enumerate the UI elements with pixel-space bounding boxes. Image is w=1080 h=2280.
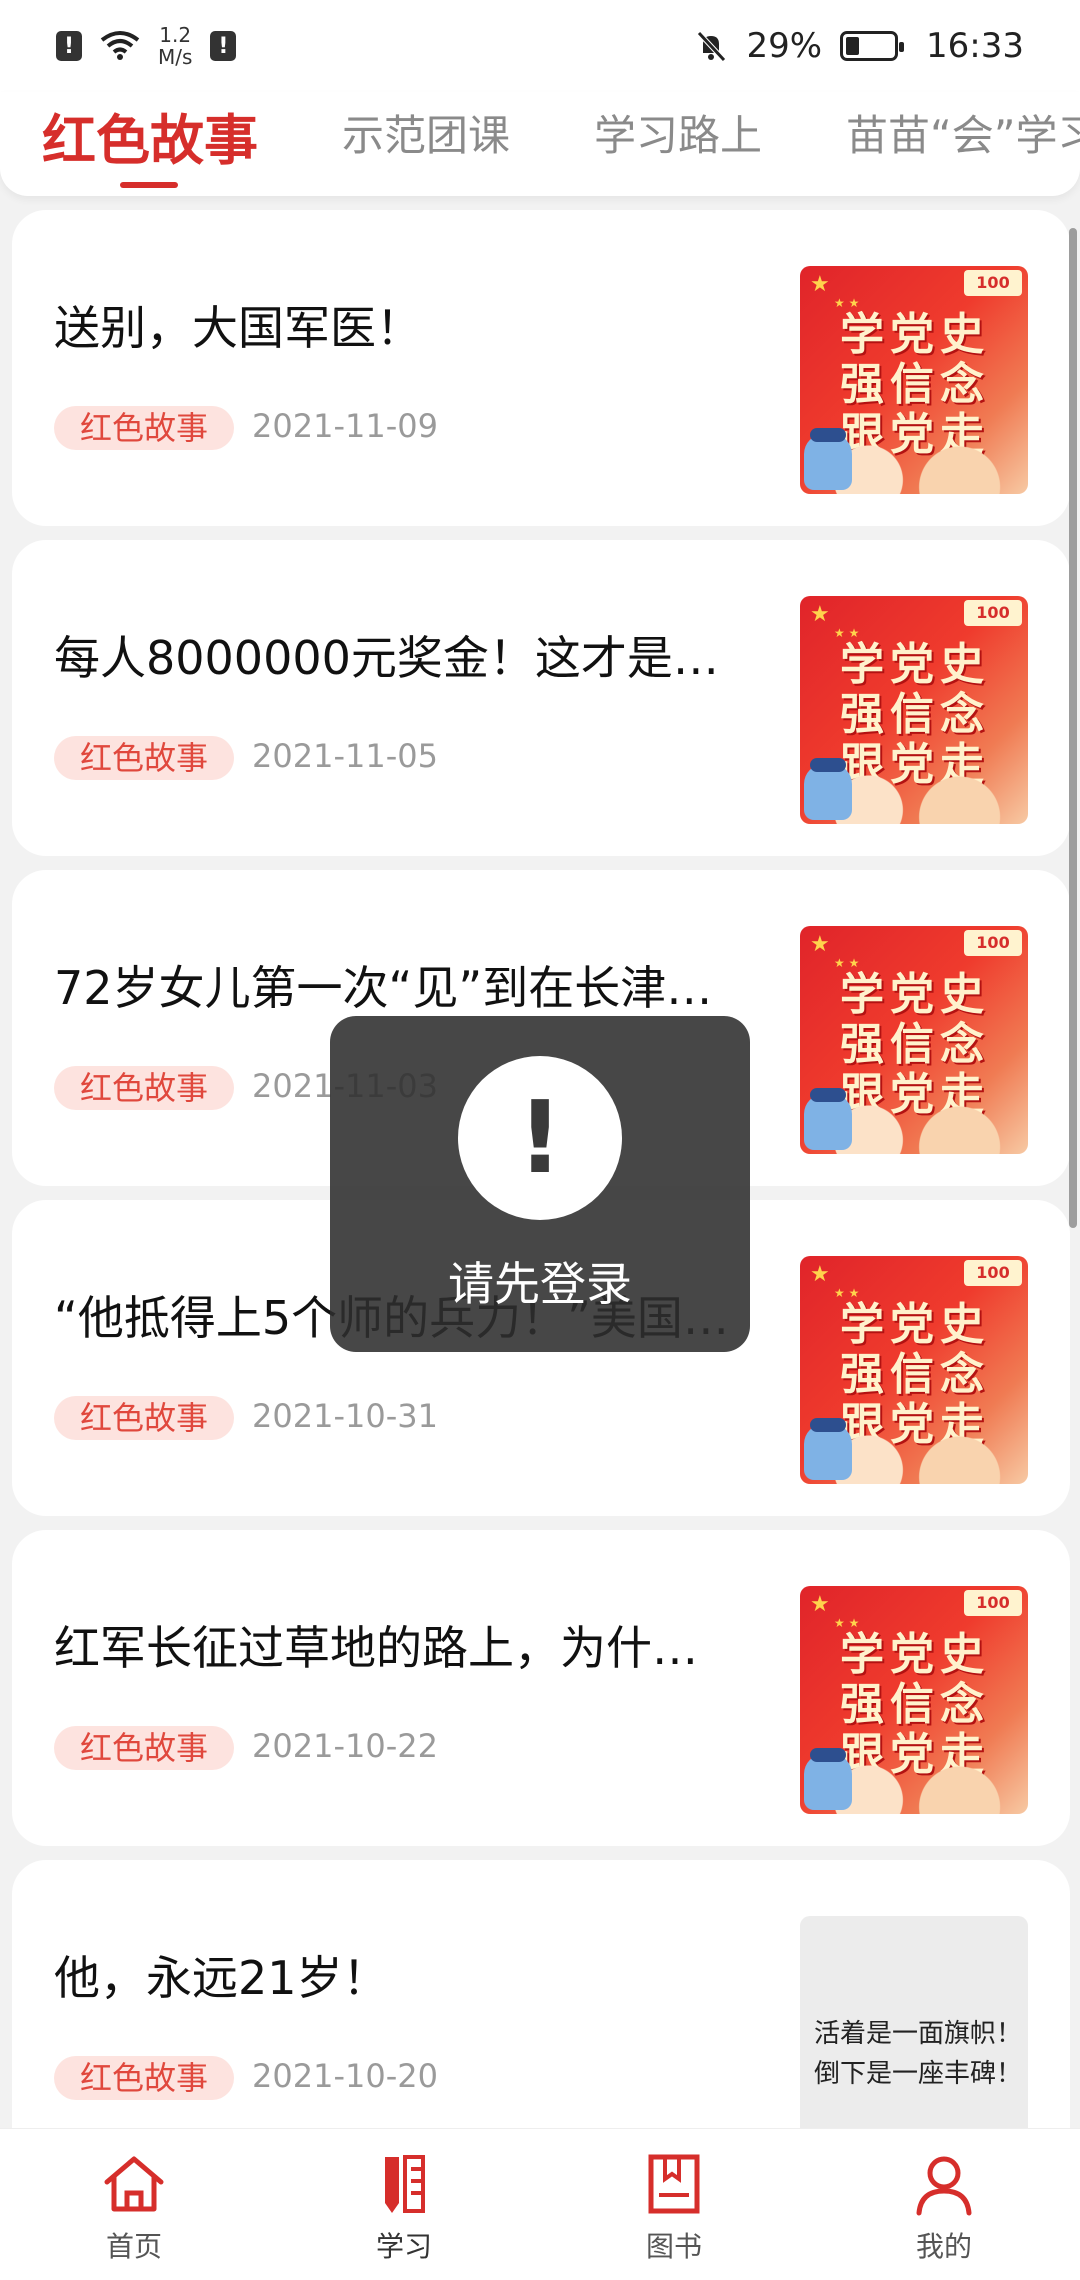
article-date: 2021-10-22 bbox=[252, 1727, 438, 1765]
anniversary-badge: 100 bbox=[964, 1260, 1022, 1286]
scrollbar[interactable] bbox=[1069, 228, 1077, 1228]
article-tag: 红色故事 bbox=[54, 1396, 235, 1440]
network-speed-value: 1.2 bbox=[159, 23, 192, 47]
anniversary-badge: 100 bbox=[964, 600, 1022, 626]
star-icon: ★ bbox=[810, 1592, 830, 1617]
mascot-icon bbox=[804, 1088, 852, 1150]
tab-demo-lessons[interactable]: 示范团课 bbox=[342, 102, 510, 163]
article-card[interactable]: 送别，大国军医！ 红色故事 2021-11-09 ★ ★ ★ 100 学党史 强信… bbox=[12, 210, 1070, 526]
exclamation-icon: ! bbox=[458, 1056, 622, 1220]
star-icon: ★ ★ bbox=[834, 296, 860, 310]
nav-label-books: 图书 bbox=[645, 2230, 702, 2263]
tab-miaomiao-learning[interactable]: 苗苗“会”学习 bbox=[846, 102, 1080, 163]
article-date: 2021-11-05 bbox=[252, 737, 438, 775]
star-icon: ★ bbox=[810, 932, 830, 957]
article-date: 2021-10-31 bbox=[252, 1397, 438, 1435]
anniversary-badge: 100 bbox=[964, 270, 1022, 296]
article-thumbnail: ★ ★ ★ 100 学党史强信念跟党走 bbox=[800, 926, 1028, 1154]
article-date: 2021-11-09 bbox=[252, 407, 438, 445]
login-required-toast: ! 请先登录 bbox=[330, 1016, 750, 1352]
thumbnail-caption: 活着是一面旗帜！ 倒下是一座丰碑！ bbox=[814, 2019, 1023, 2089]
article-tag: 红色故事 bbox=[54, 1726, 235, 1770]
clock: 16:33 bbox=[926, 26, 1024, 66]
article-thumbnail: ★ ★ ★ 100 学党史强信念跟党走 bbox=[800, 1586, 1028, 1814]
status-right: 29% 16:33 bbox=[694, 26, 1024, 66]
nav-label-study: 学习 bbox=[375, 2230, 432, 2263]
star-icon: ★ bbox=[810, 272, 830, 297]
star-icon: ★ bbox=[810, 602, 830, 627]
status-bar: ! 1.2 M/s ! 29% 16:33 bbox=[0, 0, 1080, 92]
alert-icon: ! bbox=[56, 31, 82, 61]
nav-label-profile: 我的 bbox=[915, 2230, 972, 2263]
star-icon: ★ ★ bbox=[834, 1286, 860, 1300]
article-title: 他，永远21岁！ bbox=[54, 1951, 389, 2005]
tab-learning-road[interactable]: 学习路上 bbox=[594, 102, 762, 163]
battery-icon bbox=[840, 31, 905, 61]
article-card[interactable]: 他，永远21岁！ 红色故事 2021-10-20 活着是一面旗帜！ 倒下是一座丰碑… bbox=[12, 1860, 1070, 2128]
article-tag: 红色故事 bbox=[54, 1066, 235, 1110]
anniversary-badge: 100 bbox=[964, 930, 1022, 956]
tab-red-stories[interactable]: 红色故事 bbox=[42, 96, 258, 175]
mute-bell-icon bbox=[697, 31, 727, 62]
category-tabs: 红色故事 示范团课 学习路上 苗苗“会”学习 bbox=[0, 92, 1080, 196]
nav-label-home: 首页 bbox=[105, 2230, 162, 2263]
star-icon: ★ ★ bbox=[834, 1616, 860, 1630]
article-tag: 红色故事 bbox=[54, 2056, 235, 2100]
article-title: 72岁女儿第一次“见”到在长津… bbox=[54, 961, 713, 1015]
nav-home[interactable]: 首页 bbox=[54, 2149, 214, 2265]
battery-percent: 29% bbox=[746, 26, 823, 66]
status-left: ! 1.2 M/s ! bbox=[56, 24, 237, 68]
toast-message: 请先登录 bbox=[448, 1257, 632, 1311]
article-title: 送别，大国军医！ bbox=[54, 301, 422, 355]
home-icon bbox=[104, 2156, 164, 2212]
article-thumbnail: ★ ★ ★ 100 学党史强信念跟党走 bbox=[800, 596, 1028, 824]
article-thumbnail: 活着是一面旗帜！ 倒下是一座丰碑！ bbox=[800, 1916, 1028, 2128]
bottom-navigation: 首页 学习 图书 我的 bbox=[0, 2128, 1080, 2280]
star-icon: ★ ★ bbox=[834, 626, 860, 640]
active-tab-indicator bbox=[120, 182, 178, 188]
wifi-icon bbox=[100, 31, 140, 60]
article-card[interactable]: 红军长征过草地的路上，为什… 红色故事 2021-10-22 ★ ★ ★ 100… bbox=[12, 1530, 1070, 1846]
study-icon bbox=[385, 2155, 425, 2213]
nav-study[interactable]: 学习 bbox=[324, 2149, 484, 2265]
mascot-icon bbox=[804, 1748, 852, 1810]
profile-icon bbox=[916, 2156, 972, 2216]
article-tag: 红色故事 bbox=[54, 736, 235, 780]
article-card[interactable]: 每人8000000元奖金！这才是… 红色故事 2021-11-05 ★ ★ ★ … bbox=[12, 540, 1070, 856]
alert-icon: ! bbox=[210, 31, 237, 61]
star-icon: ★ bbox=[810, 1262, 830, 1287]
nav-books[interactable]: 图书 bbox=[594, 2149, 754, 2265]
anniversary-badge: 100 bbox=[964, 1590, 1022, 1616]
mascot-icon bbox=[804, 1418, 852, 1480]
article-thumbnail: ★ ★ ★ 100 学党史强信念跟党走 bbox=[800, 266, 1028, 494]
article-date: 2021-10-20 bbox=[252, 2057, 438, 2095]
article-tag: 红色故事 bbox=[54, 406, 235, 450]
nav-profile[interactable]: 我的 bbox=[864, 2149, 1024, 2265]
article-title: 每人8000000元奖金！这才是… bbox=[54, 631, 719, 685]
network-speed: 1.2 M/s bbox=[158, 24, 192, 68]
article-title: 红军长征过草地的路上，为什… bbox=[54, 1621, 698, 1675]
star-icon: ★ ★ bbox=[834, 956, 860, 970]
book-icon bbox=[648, 2154, 700, 2214]
article-thumbnail: ★ ★ ★ 100 学党史强信念跟党走 bbox=[800, 1256, 1028, 1484]
mascot-icon bbox=[804, 758, 852, 820]
network-speed-unit: M/s bbox=[158, 45, 193, 69]
mascot-icon bbox=[804, 428, 852, 490]
